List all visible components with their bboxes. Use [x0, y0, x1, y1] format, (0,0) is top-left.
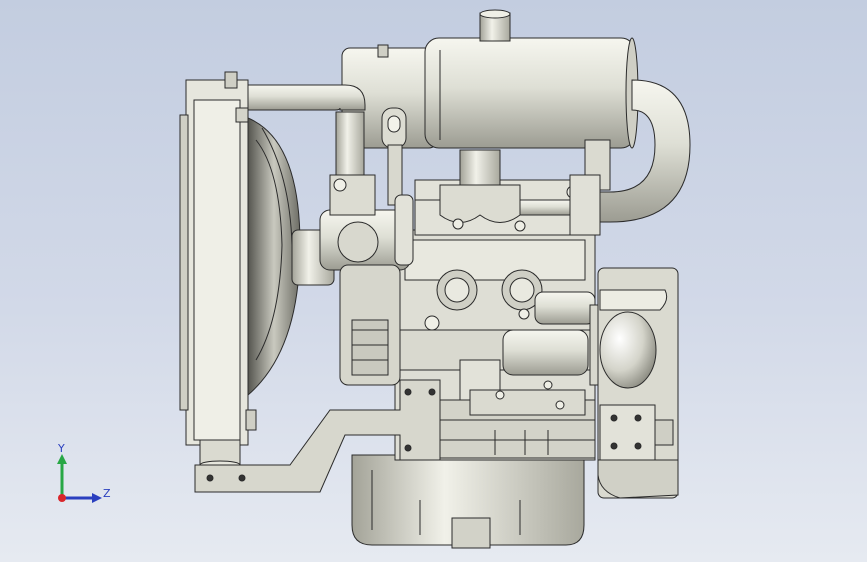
- triad-origin: [58, 494, 66, 502]
- muffler: [424, 37, 636, 149]
- coordinate-triad: Y Z: [48, 440, 118, 510]
- intake-pipe: [239, 84, 366, 111]
- z-axis-label: Z: [103, 487, 111, 500]
- z-axis-arrow: [92, 493, 102, 503]
- y-axis-arrow: [57, 454, 67, 464]
- cad-graphics-viewport[interactable]: Y Z: [0, 0, 867, 562]
- engine-model[interactable]: [0, 0, 867, 562]
- y-axis-label: Y: [58, 442, 65, 455]
- oil-pan-drain-boss: [451, 517, 491, 549]
- bell-dome: [599, 311, 657, 389]
- starter-motor: [502, 329, 589, 376]
